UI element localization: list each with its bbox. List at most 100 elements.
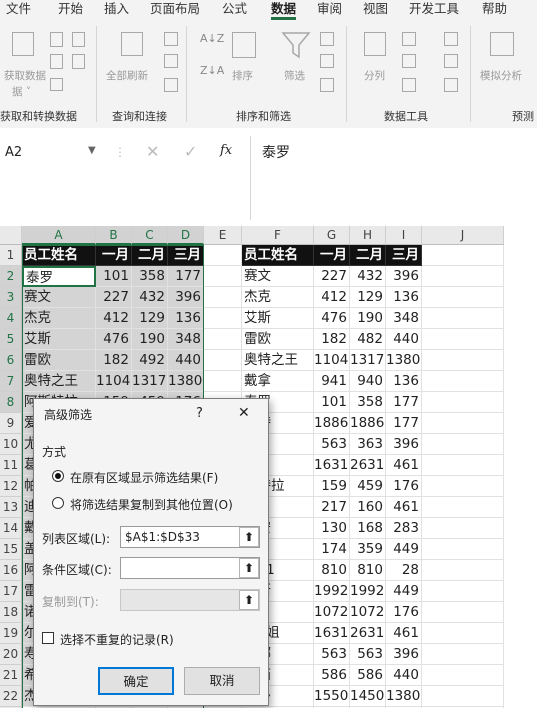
left-table-cell[interactable]: 136 xyxy=(168,308,204,329)
row-header-15[interactable]: 15 xyxy=(0,539,22,560)
cell[interactable] xyxy=(422,329,504,350)
left-header-cell[interactable]: 三月 xyxy=(168,245,204,266)
select-all-corner[interactable] xyxy=(0,226,22,245)
get-data-button[interactable]: 获取数据 据 ˅ xyxy=(4,28,46,98)
right-table-cell[interactable]: 940 xyxy=(350,371,386,392)
right-table-cell[interactable]: 941 xyxy=(314,371,350,392)
row-header-8[interactable]: 8 xyxy=(0,392,22,413)
right-table-cell[interactable]: 176 xyxy=(386,602,422,623)
relationships-icon[interactable] xyxy=(444,54,458,68)
cell[interactable] xyxy=(422,623,504,644)
cell[interactable] xyxy=(422,434,504,455)
row-header-9[interactable]: 9 xyxy=(0,413,22,434)
row-header-7[interactable]: 7 xyxy=(0,371,22,392)
row-header-17[interactable]: 17 xyxy=(0,581,22,602)
tab-review[interactable]: 审阅 xyxy=(317,0,342,20)
criteria-range-collapse-icon[interactable]: ⬆ xyxy=(239,558,259,578)
column-header-d[interactable]: D xyxy=(168,226,204,245)
what-if-analysis-button[interactable]: 模拟分析 xyxy=(480,28,536,98)
right-table-cell[interactable]: 28 xyxy=(386,560,422,581)
right-table-cell[interactable]: 1317 xyxy=(350,350,386,371)
right-table-cell[interactable]: 1886 xyxy=(350,413,386,434)
cell[interactable] xyxy=(422,518,504,539)
refresh-all-button[interactable]: 全部刷新 xyxy=(104,28,160,98)
existing-connections-icon[interactable] xyxy=(50,78,63,91)
tab-developer[interactable]: 开发工具 xyxy=(409,0,459,20)
right-table-cell[interactable]: 101 xyxy=(314,392,350,413)
cell[interactable] xyxy=(422,581,504,602)
right-table-cell[interactable]: 2631 xyxy=(350,623,386,644)
right-table-cell[interactable]: 177 xyxy=(386,413,422,434)
right-table-cell[interactable]: 476 xyxy=(314,308,350,329)
row-header-5[interactable]: 5 xyxy=(0,329,22,350)
right-table-cell[interactable]: 赛文 xyxy=(242,266,314,287)
right-table-cell[interactable]: 160 xyxy=(350,497,386,518)
text-to-columns-button[interactable]: 分列 xyxy=(358,28,392,98)
cell[interactable] xyxy=(204,245,242,266)
right-table-cell[interactable]: 176 xyxy=(386,476,422,497)
cancel-entry-icon[interactable]: ✕ xyxy=(146,142,159,161)
column-header-j[interactable]: J xyxy=(422,226,504,245)
left-table-cell[interactable]: 348 xyxy=(168,329,204,350)
cell[interactable] xyxy=(422,392,504,413)
right-table-cell[interactable]: 440 xyxy=(386,329,422,350)
flash-fill-icon[interactable] xyxy=(402,32,416,46)
unique-records-checkbox[interactable] xyxy=(42,632,54,644)
cell[interactable] xyxy=(204,308,242,329)
right-table-cell[interactable]: 1072 xyxy=(350,602,386,623)
ok-button[interactable]: 确定 xyxy=(98,667,174,695)
left-table-cell[interactable]: 129 xyxy=(132,308,168,329)
row-header-11[interactable]: 11 xyxy=(0,455,22,476)
remove-duplicates-icon[interactable] xyxy=(402,54,416,68)
radio-copy-to-location[interactable] xyxy=(52,497,64,509)
right-table-cell[interactable]: 1992 xyxy=(350,581,386,602)
sort-button[interactable]: 排序 xyxy=(228,28,260,98)
right-table-cell[interactable]: 586 xyxy=(314,665,350,686)
tab-formulas[interactable]: 公式 xyxy=(222,0,247,20)
right-table-cell[interactable]: 182 xyxy=(314,329,350,350)
row-header-13[interactable]: 13 xyxy=(0,497,22,518)
cell[interactable] xyxy=(422,497,504,518)
right-table-cell[interactable]: 1450 xyxy=(350,686,386,707)
cell[interactable] xyxy=(422,665,504,686)
right-table-cell[interactable]: 177 xyxy=(386,392,422,413)
insert-function-icon[interactable]: fx xyxy=(220,143,232,158)
column-header-c[interactable]: C xyxy=(132,226,168,245)
right-table-cell[interactable]: 482 xyxy=(350,329,386,350)
left-table-cell[interactable]: 182 xyxy=(96,350,132,371)
right-table-cell[interactable]: 戴拿 xyxy=(242,371,314,392)
right-table-cell[interactable]: 1992 xyxy=(314,581,350,602)
right-table-cell[interactable]: 129 xyxy=(350,287,386,308)
from-text-icon[interactable] xyxy=(50,32,63,47)
right-header-cell[interactable]: 员工姓名 xyxy=(242,245,314,266)
cell[interactable] xyxy=(422,308,504,329)
sort-ascending-icon[interactable]: A↓Z xyxy=(200,32,224,45)
right-table-cell[interactable]: 396 xyxy=(386,434,422,455)
cancel-button[interactable]: 取消 xyxy=(184,667,260,695)
row-header-14[interactable]: 14 xyxy=(0,518,22,539)
right-table-cell[interactable]: 奥特之王 xyxy=(242,350,314,371)
column-header-h[interactable]: H xyxy=(350,226,386,245)
cell[interactable] xyxy=(422,371,504,392)
row-header-22[interactable]: 22 xyxy=(0,686,22,707)
left-table-cell[interactable]: 396 xyxy=(168,287,204,308)
right-header-cell[interactable]: 二月 xyxy=(350,245,386,266)
row-header-21[interactable]: 21 xyxy=(0,665,22,686)
radio-filter-in-place-label[interactable]: 在原有区域显示筛选结果(F) xyxy=(70,469,218,486)
right-table-cell[interactable]: 563 xyxy=(314,434,350,455)
cell[interactable] xyxy=(422,644,504,665)
left-table-cell[interactable]: 190 xyxy=(132,329,168,350)
right-table-cell[interactable]: 1550 xyxy=(314,686,350,707)
left-header-cell[interactable]: 二月 xyxy=(132,245,168,266)
row-header-16[interactable]: 16 xyxy=(0,560,22,581)
active-cell[interactable]: 泰罗 xyxy=(22,266,96,287)
left-table-cell[interactable]: 227 xyxy=(96,287,132,308)
right-table-cell[interactable]: 563 xyxy=(314,644,350,665)
left-table-cell[interactable]: 476 xyxy=(96,329,132,350)
right-table-cell[interactable]: 459 xyxy=(350,476,386,497)
tab-page-layout[interactable]: 页面布局 xyxy=(150,0,200,20)
cell[interactable] xyxy=(422,350,504,371)
cell[interactable] xyxy=(422,602,504,623)
left-table-cell[interactable]: 赛文 xyxy=(22,287,96,308)
right-table-cell[interactable]: 563 xyxy=(350,644,386,665)
